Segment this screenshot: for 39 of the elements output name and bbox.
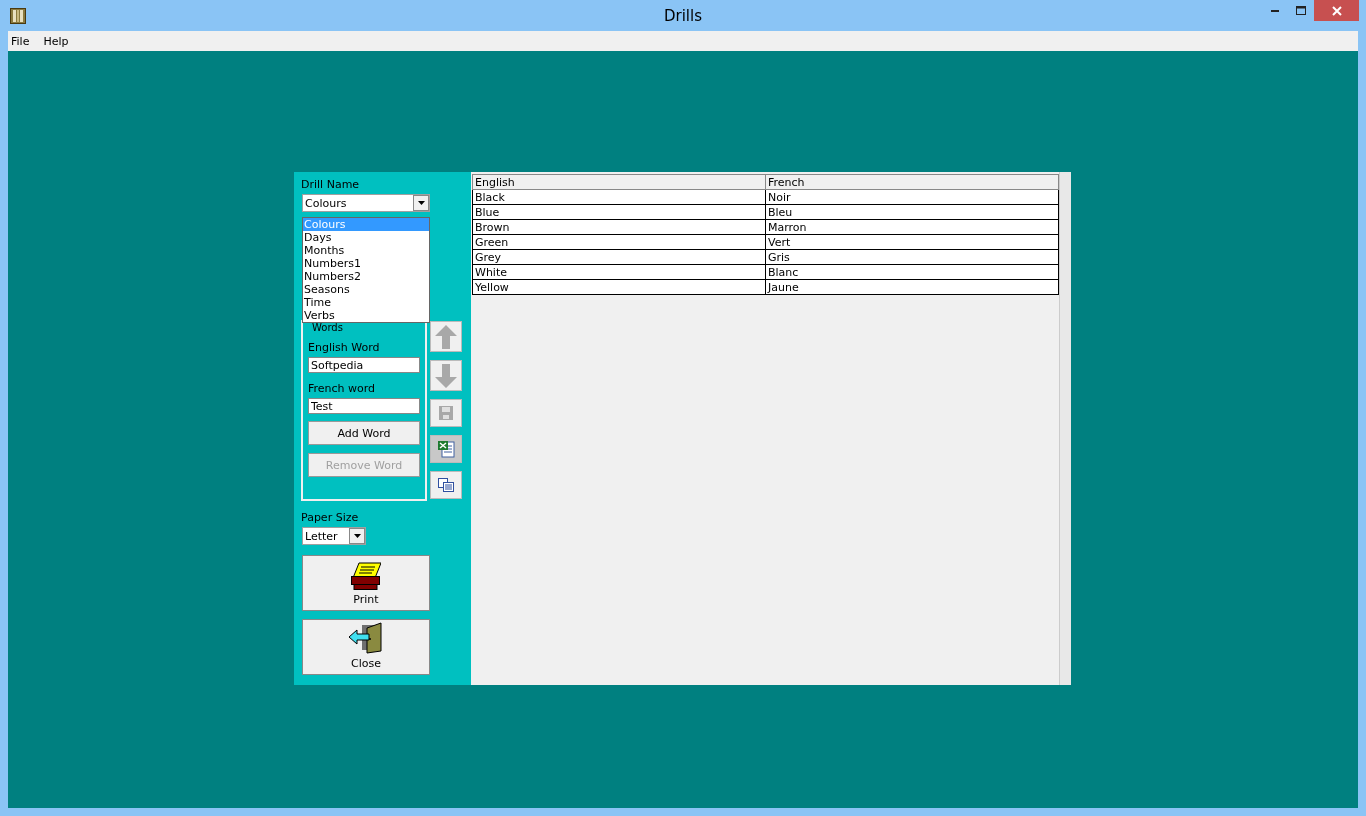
printer-icon <box>351 562 381 590</box>
close-dialog-button[interactable]: Close <box>302 619 430 675</box>
app-icon <box>10 7 26 24</box>
dropdown-arrow-icon <box>353 534 361 538</box>
paper-size-dropdown[interactable]: Letter <box>302 527 366 545</box>
dropdown-arrow-icon <box>417 201 425 205</box>
menu-item[interactable]: File <box>8 34 37 48</box>
spreadsheet-icon <box>437 440 455 458</box>
dropdown-option[interactable]: Numbers2 <box>303 270 429 283</box>
maximize-icon <box>1296 5 1306 16</box>
field-label: French word <box>308 382 376 395</box>
drill-name-dropdown[interactable]: Colours <box>302 194 430 212</box>
french-word-field[interactable]: Test <box>308 398 420 414</box>
group-title: Words <box>312 323 343 333</box>
column-header[interactable]: English <box>472 174 766 190</box>
word-button[interactable]: Add Word <box>308 421 420 445</box>
column-header[interactable]: French <box>765 174 1059 190</box>
export-excel-button[interactable] <box>430 435 462 463</box>
dropdown-option[interactable]: Time <box>303 296 429 309</box>
field-label: English Word <box>308 341 380 354</box>
dropdown-option[interactable]: Months <box>303 244 429 257</box>
exit-door-icon <box>349 622 383 654</box>
dropdown-option[interactable]: Numbers1 <box>303 257 429 270</box>
dropdown-option[interactable]: Verbs <box>303 309 429 322</box>
close-button[interactable] <box>1314 0 1359 21</box>
field-label: Paper Size <box>301 511 359 524</box>
window-title: Drills <box>662 7 703 25</box>
dropdown-option[interactable]: Seasons <box>303 283 429 296</box>
copy-button[interactable] <box>430 471 462 499</box>
menu-item[interactable]: Help <box>40 34 76 48</box>
arrow-up-icon <box>435 324 457 349</box>
arrow-down-icon <box>435 363 457 388</box>
english-word-field[interactable]: Softpedia <box>308 357 420 373</box>
dropdown-option[interactable]: Days <box>303 231 429 244</box>
copy-icon <box>438 478 454 492</box>
minimize-icon <box>1271 9 1279 12</box>
print-button[interactable]: Print <box>302 555 430 611</box>
field-label: Drill Name <box>301 178 360 191</box>
close-icon <box>1331 5 1342 16</box>
